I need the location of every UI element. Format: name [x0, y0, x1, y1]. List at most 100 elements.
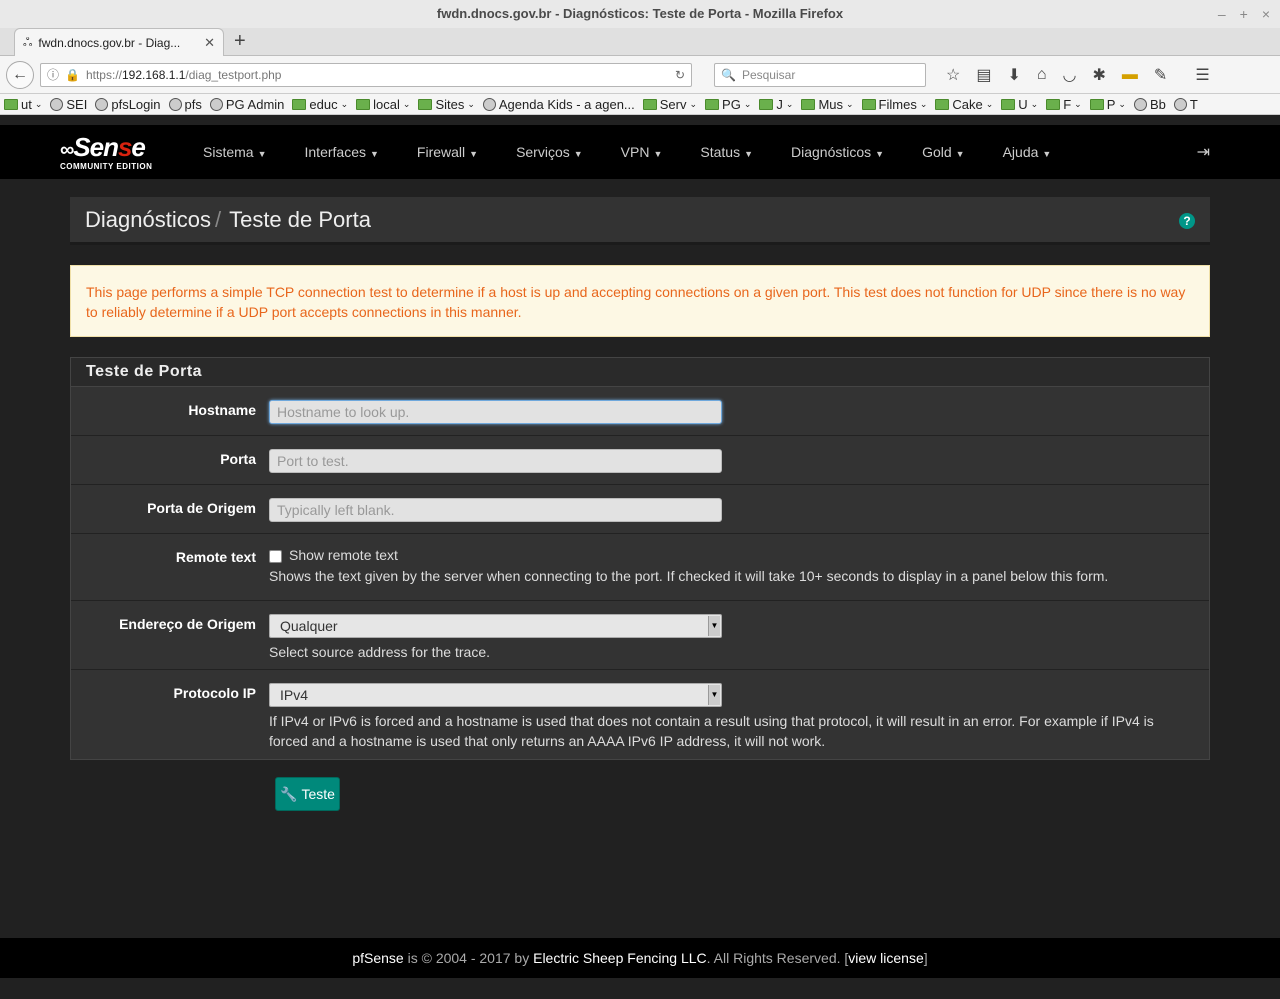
folder-icon	[642, 98, 657, 110]
bookmark-item[interactable]: educ ⌄	[292, 97, 348, 112]
logo-subtitle: COMMUNITY EDITION	[60, 162, 153, 171]
bookmark-item[interactable]: T	[1173, 96, 1198, 112]
porta-origem-row: Porta de Origem Typically left blank.	[71, 485, 1209, 534]
maximize-icon[interactable]: +	[1240, 0, 1248, 28]
url-text[interactable]: https://192.168.1.1/diag_testport.php	[86, 68, 669, 82]
minimize-icon[interactable]: –	[1218, 0, 1226, 28]
globe-icon	[95, 97, 109, 111]
bookmark-item[interactable]: J ⌄	[759, 97, 793, 112]
footer-company-link[interactable]: Electric Sheep Fencing LLC	[533, 950, 707, 966]
reload-icon[interactable]: ↻	[675, 68, 685, 82]
url-bar[interactable]: ⓘ 🔒 https://192.168.1.1/diag_testport.ph…	[40, 62, 692, 87]
menu-item-interfaces[interactable]: Interfaces ▼	[293, 125, 391, 179]
remote-text-checkbox[interactable]	[269, 550, 282, 563]
bookmark-item[interactable]: Sites ⌄	[418, 96, 475, 112]
bookmark-item[interactable]: SEI	[50, 97, 87, 112]
home-icon[interactable]: ⌂	[1037, 66, 1047, 84]
pocket-icon[interactable]: ◡	[1063, 65, 1077, 85]
bookmark-item[interactable]: ut ⌄	[4, 97, 42, 112]
remote-text-help: Shows the text given by the server when …	[269, 568, 1109, 584]
bookmark-item[interactable]: F ⌄	[1046, 97, 1082, 112]
tab-close-icon[interactable]: ✕	[204, 35, 215, 51]
download-icon[interactable]: ⬇	[1007, 65, 1020, 85]
caret-down-icon: ▼	[875, 149, 885, 159]
bookmark-item[interactable]: Filmes ⌄	[861, 96, 927, 112]
reading-list-icon[interactable]: ▤	[976, 65, 991, 85]
teste-button[interactable]: 🔧 Teste	[275, 777, 340, 811]
bookmark-item[interactable]: PG ⌄	[705, 97, 751, 112]
footer-brand-link[interactable]: pfSense	[352, 950, 403, 966]
menu-item-firewall[interactable]: Firewall ▼	[405, 125, 490, 179]
breadcrumb-parent[interactable]: Diagnósticos	[85, 207, 211, 233]
caret-down-icon: ▼	[1042, 149, 1052, 159]
folder-icon	[801, 98, 816, 110]
endereco-origem-select[interactable]: Qualquer ▼	[269, 614, 722, 638]
caret-down-icon: ▼	[369, 149, 379, 159]
chevron-down-icon: ⌄	[785, 98, 794, 109]
caret-down-icon: ▼	[955, 149, 965, 159]
menu-item-ajuda[interactable]: Ajuda ▼	[991, 125, 1064, 179]
info-icon[interactable]: ⓘ	[47, 66, 59, 83]
protocolo-ip-select[interactable]: IPv4 ▼	[269, 683, 722, 707]
extension-icon[interactable]: ✱	[1093, 65, 1106, 85]
bookmark-item[interactable]: P ⌄	[1089, 97, 1126, 112]
close-window-icon[interactable]: ×	[1262, 0, 1270, 28]
bookmark-item[interactable]: Bb	[1133, 97, 1166, 112]
folder-icon	[1089, 98, 1104, 110]
bookmark-item[interactable]: pfsLogin	[95, 97, 161, 112]
remote-text-checkbox-line: Show remote text	[269, 547, 1189, 563]
chevron-down-icon: ⌄	[1030, 98, 1039, 109]
bookmark-label: ut	[21, 96, 32, 112]
remote-text-checkbox-label[interactable]: Show remote text	[289, 547, 398, 563]
insecure-lock-icon[interactable]: 🔒	[65, 68, 80, 82]
bookmark-item[interactable]: Cake ⌄	[935, 97, 993, 112]
menu-item-diagnosticos[interactable]: Diagnósticos ▼	[779, 125, 896, 179]
menu-item-label: Sistema	[203, 144, 254, 160]
porta-origem-input[interactable]: Typically left blank.	[269, 498, 722, 522]
tools-icon[interactable]: ✎	[1154, 65, 1167, 85]
footer-license-link[interactable]: view license	[848, 950, 923, 966]
menu-hamburger-icon[interactable]: ☰	[1195, 65, 1209, 85]
menu-item-vpn[interactable]: VPN ▼	[609, 125, 675, 179]
menu-item-gold[interactable]: Gold ▼	[910, 125, 977, 179]
back-button[interactable]: ←	[6, 60, 34, 89]
bookmark-label: Sites	[435, 96, 465, 112]
hostname-row: Hostname Hostname to look up.	[71, 387, 1209, 436]
pfsense-logo[interactable]: ∞Sense COMMUNITY EDITION	[60, 134, 153, 171]
menu-item-status[interactable]: Status ▼	[688, 125, 765, 179]
bookmark-label: Filmes	[878, 96, 917, 112]
bookmark-item[interactable]: Agenda Kids - a agen...	[482, 97, 635, 112]
new-tab-icon[interactable]: +	[234, 30, 246, 53]
teste-button-label: Teste	[301, 786, 335, 802]
caret-down-icon: ▼	[573, 149, 583, 159]
endereco-origem-label: Endereço de Origem	[119, 616, 256, 632]
porta-input[interactable]: Port to test.	[269, 449, 722, 473]
bookmark-item[interactable]: Serv ⌄	[642, 97, 697, 112]
menu-item-sistema[interactable]: Sistema ▼	[191, 125, 279, 179]
footer-rights: . All Rights Reserved. [	[706, 950, 849, 966]
chevron-down-icon: ⌄	[467, 98, 475, 109]
logout-icon[interactable]: ⇥	[1197, 142, 1210, 162]
bookmark-item[interactable]: local ⌄	[356, 97, 410, 112]
menu-item-servicos[interactable]: Serviços ▼	[504, 125, 595, 179]
folder-icon	[1046, 98, 1061, 110]
folder-icon	[292, 98, 307, 110]
protocolo-ip-row: Protocolo IP IPv4 ▼ If IPv4 or IPv6 is f…	[71, 670, 1209, 759]
bookmark-item[interactable]: PG Admin	[209, 97, 284, 112]
browser-tab[interactable]: ஃ fwdn.dnocs.gov.br - Diag... ✕	[14, 28, 224, 56]
search-bar[interactable]: 🔍 Pesquisar	[714, 62, 926, 87]
bookmark-item[interactable]: Mus ⌄	[801, 97, 854, 112]
bookmark-label: pfs	[184, 96, 202, 112]
folder-icon	[356, 98, 371, 110]
chevron-down-icon: ⌄	[402, 98, 411, 109]
help-icon[interactable]: ?	[1179, 213, 1195, 229]
bookmark-item[interactable]: pfs	[168, 96, 202, 112]
page-title: Teste de Porta	[229, 206, 371, 232]
bookmark-star-icon[interactable]: ☆	[946, 65, 960, 85]
addon-icon[interactable]: ▬	[1122, 66, 1138, 84]
bookmark-label: T	[1189, 96, 1198, 112]
menu-item-label: Firewall	[416, 144, 466, 160]
page-content: Diagnósticos / Teste de Porta ? This pag…	[70, 197, 1210, 811]
hostname-input[interactable]: Hostname to look up.	[269, 400, 722, 424]
bookmark-item[interactable]: U ⌄	[1001, 97, 1038, 112]
